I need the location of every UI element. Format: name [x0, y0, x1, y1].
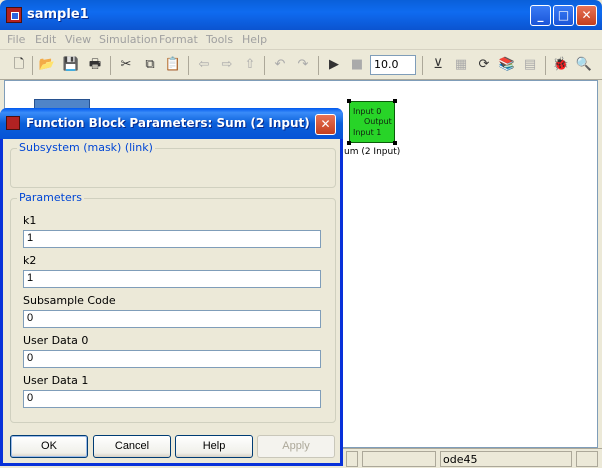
- model-explorer-icon[interactable]: ▤: [521, 56, 539, 74]
- new-model-icon[interactable]: 🗋: [10, 56, 28, 74]
- apply-button[interactable]: Apply: [257, 435, 335, 458]
- build-icon[interactable]: ⊻: [429, 56, 447, 74]
- status-cell: [576, 451, 598, 467]
- toolbar: 🗋 📂 💾 🖶 ✂ ⧉ 📋 ⇦ ⇨ ⇧ ↶ ↷ ▶ ■ 10.0 ⊻ ▦ ⟳ 📚…: [0, 51, 602, 80]
- dialog-close-button[interactable]: ✕: [315, 114, 336, 135]
- open-icon[interactable]: 📂: [38, 56, 56, 74]
- sum-output-port: Output: [364, 117, 392, 126]
- paste-icon[interactable]: 📋: [164, 56, 182, 74]
- forward-icon[interactable]: ⇨: [218, 56, 236, 74]
- user-data-1-input[interactable]: 0: [23, 390, 321, 408]
- k2-input[interactable]: 1: [23, 270, 321, 288]
- refresh-icon[interactable]: ⟳: [475, 56, 493, 74]
- k2-label: k2: [23, 254, 37, 267]
- selection-handle[interactable]: [393, 141, 397, 145]
- status-cell: [362, 451, 436, 467]
- menu-bar: File Edit View Simulation Format Tools H…: [0, 30, 602, 50]
- ok-button[interactable]: OK: [10, 435, 88, 458]
- sum-input-port-1: Input 1: [353, 128, 382, 137]
- up-icon[interactable]: ⇧: [241, 56, 259, 74]
- copy-icon[interactable]: ⧉: [141, 56, 159, 74]
- menu-edit[interactable]: Edit: [35, 33, 56, 46]
- menu-format[interactable]: Format: [159, 33, 198, 46]
- description-group: Subsystem (mask) (link): [10, 141, 336, 188]
- debugger-icon[interactable]: 🐞: [552, 56, 570, 74]
- sum-input-port-0: Input 0: [353, 107, 382, 116]
- start-simulation-icon[interactable]: ▶: [325, 56, 343, 74]
- user-data-1-label: User Data 1: [23, 374, 89, 387]
- close-button[interactable]: ✕: [576, 5, 597, 26]
- dialog-title: Function Block Parameters: Sum (2 Input): [26, 116, 310, 130]
- block-parameters-dialog: Function Block Parameters: Sum (2 Input)…: [0, 108, 343, 466]
- menu-file[interactable]: File: [7, 33, 25, 46]
- status-cell: [346, 451, 358, 467]
- k1-input[interactable]: 1: [23, 230, 321, 248]
- undo-icon[interactable]: ↶: [271, 56, 289, 74]
- menu-simulation[interactable]: Simulation: [99, 33, 158, 46]
- window-title: sample1: [27, 7, 89, 22]
- subsample-code-input[interactable]: 0: [23, 310, 321, 328]
- help-button[interactable]: Help: [175, 435, 253, 458]
- main-title-bar[interactable]: sample1 _ □ ✕: [0, 0, 602, 30]
- selection-handle[interactable]: [393, 99, 397, 103]
- sum-block-caption: um (2 Input): [344, 147, 401, 157]
- solver-status: ode45: [440, 451, 572, 467]
- back-icon[interactable]: ⇦: [195, 56, 213, 74]
- cut-icon[interactable]: ✂: [117, 56, 135, 74]
- menu-view[interactable]: View: [65, 33, 91, 46]
- redo-icon[interactable]: ↷: [294, 56, 312, 74]
- user-data-0-input[interactable]: 0: [23, 350, 321, 368]
- library-browser-icon[interactable]: 📚: [498, 56, 516, 74]
- zoom-icon[interactable]: 🔍: [575, 56, 593, 74]
- user-data-0-label: User Data 0: [23, 334, 89, 347]
- minimize-button[interactable]: _: [530, 5, 551, 26]
- stop-simulation-icon[interactable]: ■: [348, 56, 366, 74]
- selection-handle[interactable]: [347, 141, 351, 145]
- print-icon[interactable]: 🖶: [86, 56, 104, 74]
- menu-help[interactable]: Help: [242, 33, 267, 46]
- update-diagram-icon[interactable]: ▦: [452, 56, 470, 74]
- save-icon[interactable]: 💾: [62, 56, 80, 74]
- simulink-icon: [6, 116, 20, 130]
- k1-label: k1: [23, 214, 37, 227]
- dialog-title-bar[interactable]: Function Block Parameters: Sum (2 Input)…: [0, 108, 343, 139]
- maximize-button[interactable]: □: [553, 5, 574, 26]
- description-group-label: Subsystem (mask) (link): [17, 141, 155, 154]
- sum-block[interactable]: Input 0 Output Input 1: [349, 101, 395, 143]
- cancel-button[interactable]: Cancel: [93, 435, 171, 458]
- subsample-code-label: Subsample Code: [23, 294, 116, 307]
- stop-time-field[interactable]: 10.0: [370, 55, 416, 75]
- simulink-icon: [6, 7, 22, 23]
- parameters-group-label: Parameters: [17, 191, 84, 204]
- selection-handle[interactable]: [347, 99, 351, 103]
- menu-tools[interactable]: Tools: [206, 33, 233, 46]
